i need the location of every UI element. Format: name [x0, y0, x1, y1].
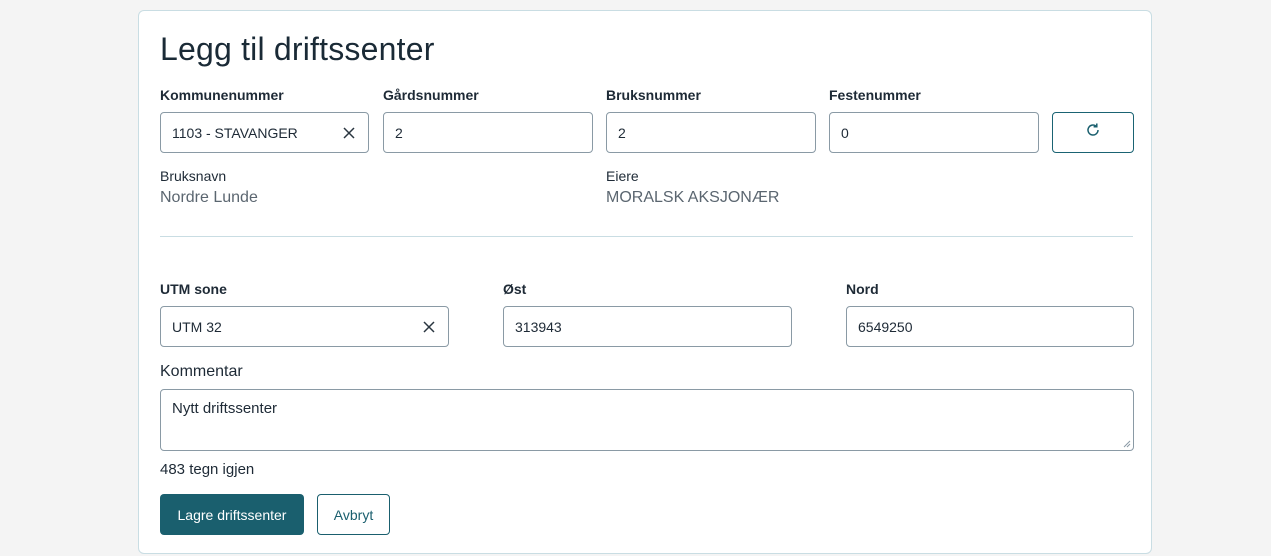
gardsnummer-input[interactable]: 2 — [383, 112, 593, 153]
bruksnavn-label: Bruksnavn — [160, 168, 227, 184]
close-icon[interactable] — [421, 319, 437, 335]
ost-input[interactable]: 313943 — [503, 306, 792, 347]
kommunenummer-value: 1103 - STAVANGER — [172, 124, 298, 141]
eiere-label: Eiere — [606, 168, 639, 184]
nord-value: 6549250 — [858, 318, 913, 335]
nord-label: Nord — [846, 281, 879, 297]
refresh-icon — [1085, 122, 1101, 143]
kommentar-textarea[interactable]: Nytt driftssenter — [160, 389, 1134, 451]
festenummer-input[interactable]: 0 — [829, 112, 1039, 153]
bruksnavn-value: Nordre Lunde — [160, 189, 258, 206]
kommunenummer-select[interactable]: 1103 - STAVANGER — [160, 112, 369, 153]
kommentar-label: Kommentar — [160, 363, 243, 380]
utm-sone-label: UTM sone — [160, 281, 227, 297]
kommentar-value: Nytt driftssenter — [172, 400, 278, 417]
festenummer-value: 0 — [841, 124, 849, 141]
close-icon[interactable] — [341, 125, 357, 141]
gardsnummer-label: Gårdsnummer — [383, 87, 479, 103]
refresh-button[interactable] — [1052, 112, 1134, 153]
eiere-value: MORALSK AKSJONÆR — [606, 189, 780, 206]
utm-sone-select[interactable]: UTM 32 — [160, 306, 449, 347]
char-counter: 483 tegn igjen — [160, 461, 255, 478]
kommunenummer-label: Kommunenummer — [160, 87, 284, 103]
utm-sone-value: UTM 32 — [172, 318, 222, 335]
gardsnummer-value: 2 — [395, 124, 403, 141]
add-operations-center-card: Legg til driftssenter Kommunenummer Gård… — [138, 10, 1152, 554]
nord-input[interactable]: 6549250 — [846, 306, 1134, 347]
save-button[interactable]: Lagre driftssenter — [160, 494, 304, 535]
bruksnummer-label: Bruksnummer — [606, 87, 701, 103]
bruksnummer-input[interactable]: 2 — [606, 112, 816, 153]
page-title: Legg til driftssenter — [160, 31, 435, 67]
ost-value: 313943 — [515, 318, 562, 335]
ost-label: Øst — [503, 281, 527, 297]
cancel-button[interactable]: Avbryt — [317, 494, 390, 535]
resize-handle-icon[interactable] — [1123, 440, 1131, 448]
divider — [160, 236, 1133, 237]
festenummer-label: Festenummer — [829, 87, 921, 103]
bruksnummer-value: 2 — [618, 124, 626, 141]
